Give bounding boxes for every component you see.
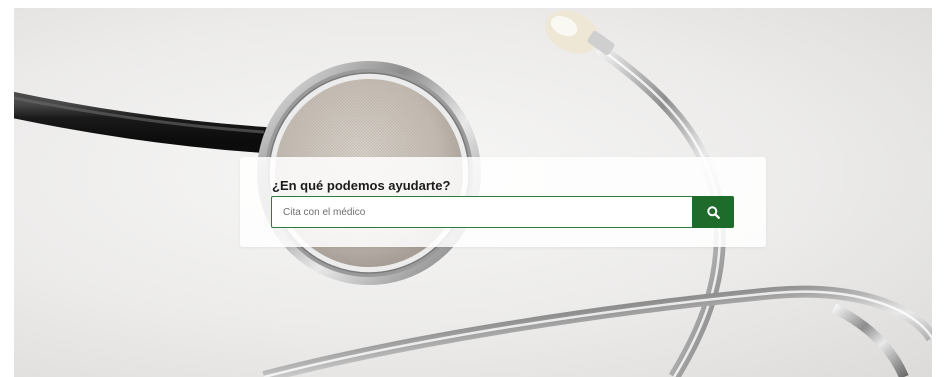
search-icon bbox=[706, 205, 720, 219]
search-heading: ¿En qué podemos ayudarte? bbox=[272, 178, 451, 193]
search-input[interactable] bbox=[271, 196, 692, 228]
search-panel: ¿En qué podemos ayudarte? bbox=[240, 157, 766, 247]
search-button[interactable] bbox=[692, 196, 734, 228]
hero-banner: ¿En qué podemos ayudarte? bbox=[14, 8, 932, 377]
search-form bbox=[271, 196, 734, 228]
